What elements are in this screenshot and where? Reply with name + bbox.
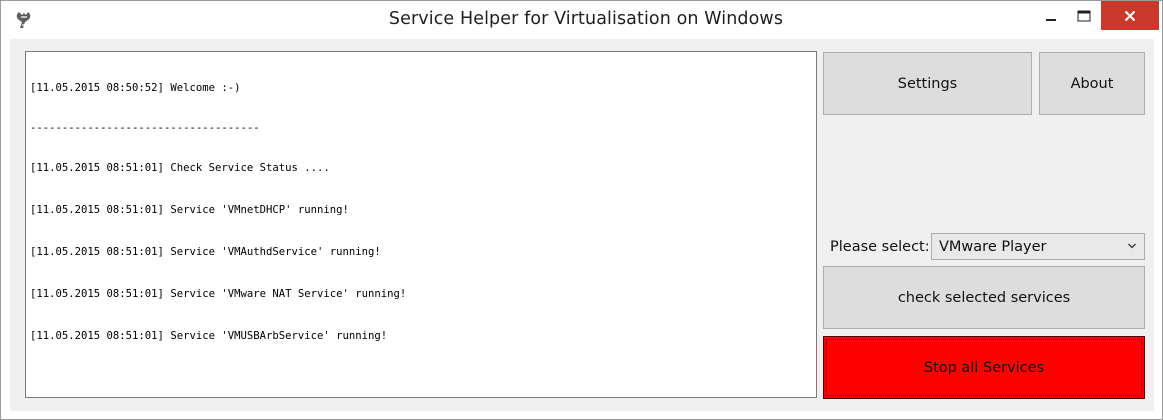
- about-button[interactable]: About: [1039, 52, 1145, 115]
- title-bar[interactable]: Service Helper for Virtualisation on Win…: [1, 1, 1162, 37]
- log-line: [11.05.2015 08:51:01] Service 'VMware NA…: [30, 288, 407, 300]
- close-icon: [1124, 10, 1136, 21]
- log-line: [11.05.2015 08:51:01] Service 'VMUSBArbS…: [30, 330, 388, 342]
- chevron-down-icon: [1128, 243, 1136, 249]
- settings-button[interactable]: Settings: [823, 52, 1032, 115]
- stop-all-services-button[interactable]: Stop all Services: [823, 336, 1145, 399]
- log-line: [11.05.2015 08:50:52] Welcome :-): [30, 82, 241, 94]
- log-line: [11.05.2015 08:51:01] Check Service Stat…: [30, 162, 330, 174]
- select-label: Please select:: [830, 239, 930, 255]
- client-area: [11.05.2015 08:50:52] Welcome :-) ------…: [10, 39, 1154, 411]
- focus-indicator: [826, 339, 1142, 396]
- log-separator: ------------------------------------: [30, 122, 260, 134]
- minimize-button[interactable]: [1037, 1, 1065, 31]
- app-window: Service Helper for Virtualisation on Win…: [0, 0, 1163, 420]
- maximize-button[interactable]: [1069, 1, 1099, 31]
- log-textbox[interactable]: [11.05.2015 08:50:52] Welcome :-) ------…: [25, 51, 817, 398]
- close-button[interactable]: [1101, 1, 1159, 30]
- window-title: Service Helper for Virtualisation on Win…: [388, 9, 784, 29]
- log-line: [11.05.2015 08:51:01] Service 'VMnetDHCP…: [30, 204, 349, 216]
- check-selected-services-button[interactable]: check selected services: [823, 266, 1145, 329]
- product-select[interactable]: VMware Player: [931, 233, 1145, 260]
- maximize-icon: [1077, 10, 1091, 22]
- log-line: [11.05.2015 08:51:01] Service 'VMAuthdSe…: [30, 246, 381, 258]
- select-value: VMware Player: [939, 238, 1047, 255]
- minimize-icon: [1046, 19, 1056, 21]
